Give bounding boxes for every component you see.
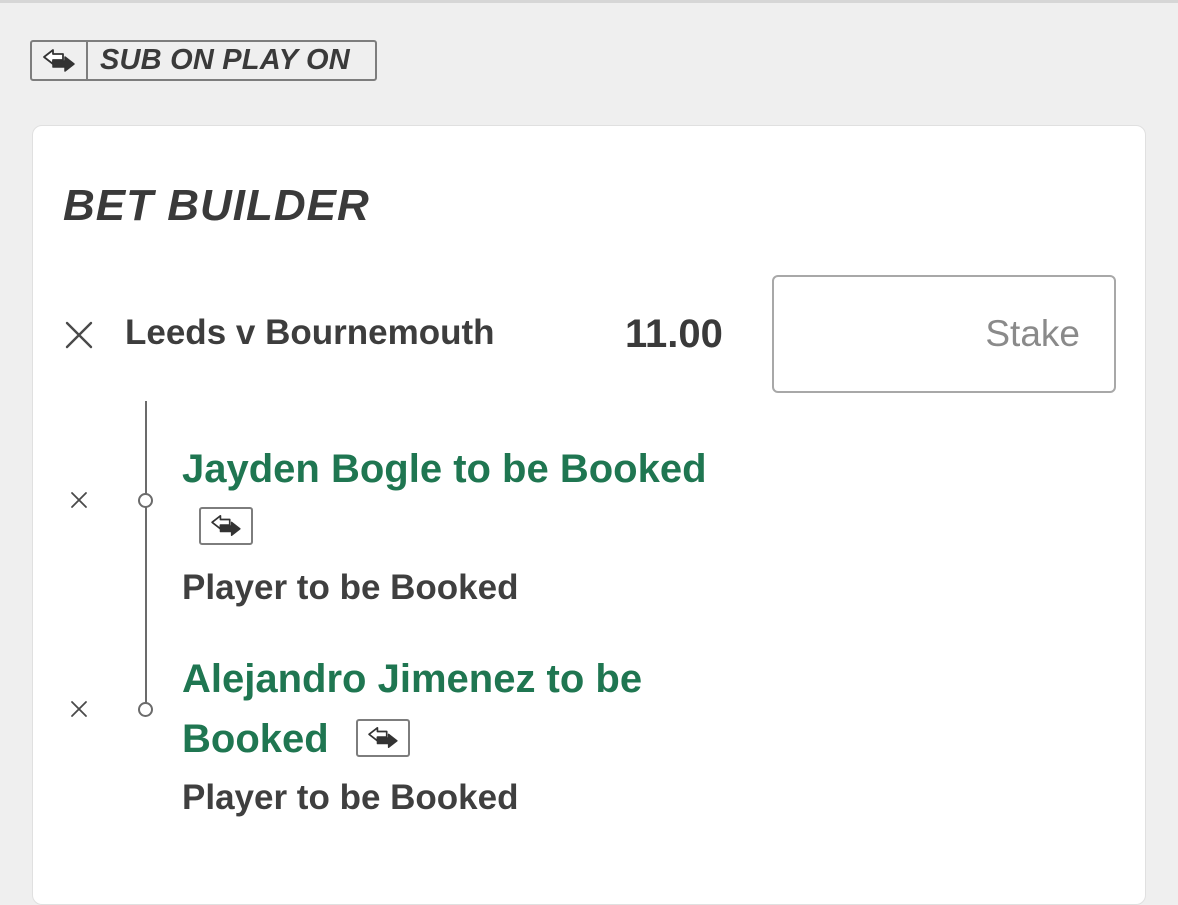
legs-timeline-line	[145, 401, 147, 711]
sub-swap-icon	[355, 719, 410, 758]
sub-swap-icon	[199, 507, 253, 545]
leg-selection-line2: Booked	[182, 709, 410, 769]
sub-on-play-on-label: SUB ON PLAY ON	[100, 44, 350, 76]
leg-selection-line1: Alejandro Jimenez to be	[182, 657, 643, 701]
event-name: Leeds v Bournemouth	[125, 313, 495, 352]
bet-odds: 11.00	[625, 312, 723, 356]
leg-timeline-dot	[138, 493, 153, 508]
bet-builder-card: BET BUILDER Leeds v Bournemouth 11.00 Ja…	[32, 125, 1146, 905]
remove-leg-close-icon[interactable]	[70, 491, 88, 509]
stake-input[interactable]	[772, 275, 1116, 393]
sub-on-play-on-badge: SUB ON PLAY ON	[30, 40, 377, 81]
bet-builder-title: BET BUILDER	[63, 181, 370, 230]
top-divider	[0, 0, 1178, 3]
remove-leg-close-icon[interactable]	[70, 700, 88, 718]
remove-bet-close-icon[interactable]	[63, 319, 95, 351]
leg-timeline-dot	[138, 702, 153, 717]
sub-swap-icon	[32, 42, 88, 79]
leg-market: Player to be Booked	[182, 778, 519, 817]
leg-market: Player to be Booked	[182, 568, 519, 607]
leg-selection-line2-text: Booked	[182, 717, 329, 761]
leg-selection: Jayden Bogle to be Booked	[182, 447, 707, 491]
